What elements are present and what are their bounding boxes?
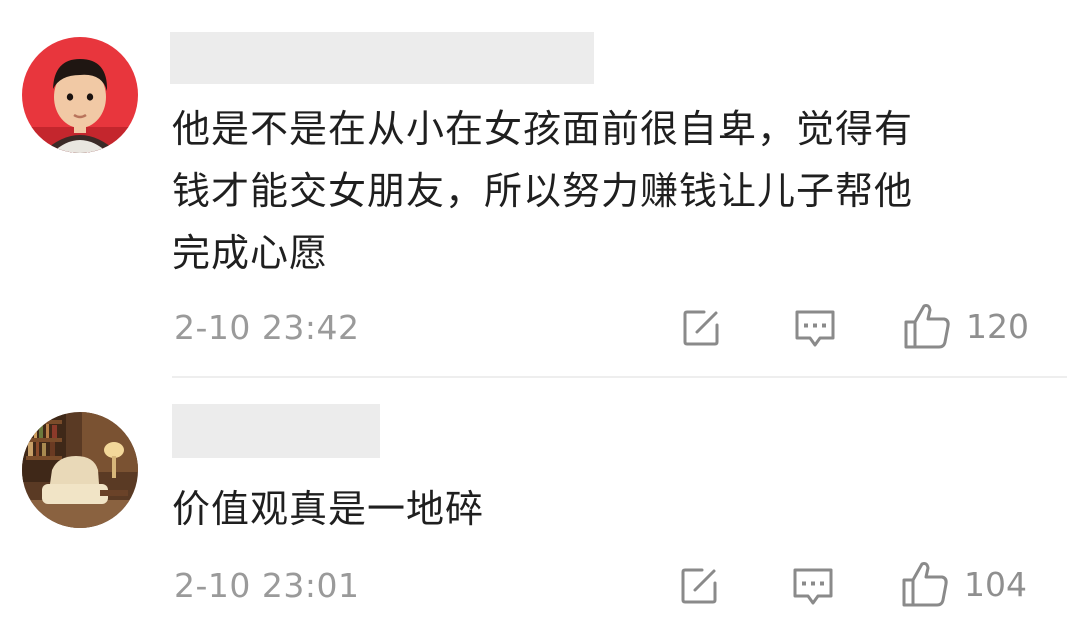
- library-room-avatar: [22, 412, 138, 528]
- comment-item: 价值观真是一地碎 2-10 23:01 104: [0, 378, 1067, 635]
- comment-text-line: 价值观真是一地碎: [172, 487, 485, 531]
- reply-button[interactable]: [788, 561, 838, 611]
- comment-item: 他是不是在从小在女孩面前很自卑，觉得有 钱才能交女朋友，所以努力赚钱让儿子帮他 …: [0, 0, 1067, 376]
- edit-button[interactable]: [678, 305, 724, 351]
- avatar[interactable]: [22, 37, 138, 153]
- comment-text: 他是不是在从小在女孩面前很自卑，觉得有 钱才能交女朋友，所以努力赚钱让儿子帮他 …: [172, 98, 1052, 284]
- comment-icon: [793, 568, 833, 605]
- comment-text-line: 完成心愿: [172, 231, 329, 275]
- thumbs-up-icon: [904, 304, 950, 349]
- timestamp: 2-10 23:42: [174, 308, 360, 347]
- thumbs-up-icon: [902, 562, 948, 607]
- edit-icon: [683, 310, 719, 346]
- avatar[interactable]: [22, 412, 138, 528]
- username-placeholder[interactable]: [172, 404, 380, 458]
- like-button[interactable]: 120: [902, 302, 1029, 350]
- reply-button[interactable]: [790, 303, 840, 353]
- comment-text-line: 他是不是在从小在女孩面前很自卑，觉得有: [172, 107, 914, 151]
- like-button[interactable]: 104: [900, 560, 1027, 608]
- like-count: 104: [964, 564, 1027, 604]
- child-portrait-avatar: [22, 37, 138, 153]
- timestamp: 2-10 23:01: [174, 566, 360, 605]
- comment-text-line: 钱才能交女朋友，所以努力赚钱让儿子帮他: [172, 169, 914, 213]
- comment-text: 价值观真是一地碎: [172, 478, 1052, 540]
- edit-button[interactable]: [676, 563, 722, 609]
- username-placeholder[interactable]: [170, 32, 594, 84]
- like-count: 120: [966, 306, 1029, 346]
- edit-icon: [681, 568, 717, 604]
- comment-icon: [795, 310, 835, 347]
